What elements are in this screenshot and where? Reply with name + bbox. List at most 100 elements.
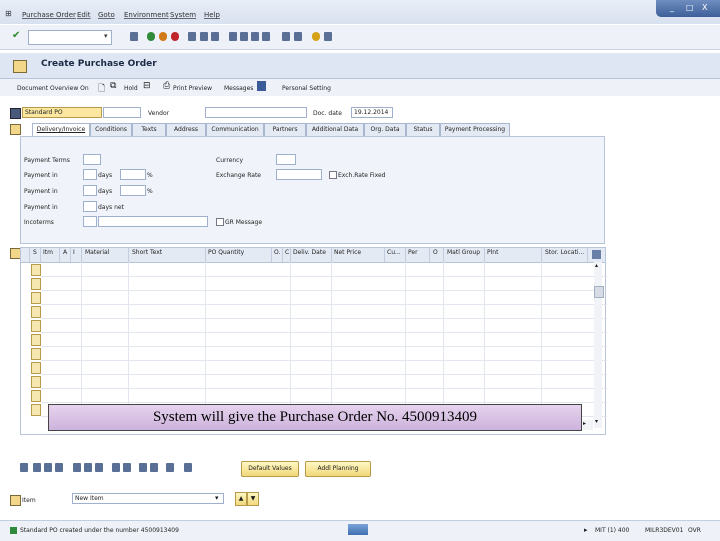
col-item-category[interactable]: I — [73, 249, 75, 256]
row-selector[interactable] — [31, 348, 41, 360]
payment-terms-field[interactable] — [83, 154, 101, 165]
tab-partners[interactable]: Partners — [264, 123, 306, 136]
col-plant[interactable]: Plnt — [487, 249, 498, 256]
col-currency[interactable]: Cu... — [387, 249, 401, 256]
status-expand-icon[interactable]: ▸ — [584, 526, 588, 534]
exit-icon[interactable] — [159, 32, 167, 41]
payment-percent-1[interactable] — [120, 169, 146, 180]
col-date-category[interactable]: C — [285, 249, 289, 256]
select-all-icon[interactable] — [33, 463, 41, 472]
row-selector[interactable] — [31, 264, 41, 276]
tab-org-data[interactable]: Org. Data — [364, 123, 406, 136]
col-status[interactable]: S — [33, 249, 37, 256]
export-icon[interactable] — [184, 463, 192, 472]
create-doc-icon[interactable]: 🗋 — [98, 81, 105, 97]
row-selector[interactable] — [31, 278, 41, 290]
menu-system[interactable]: System — [170, 11, 196, 19]
cancel-icon[interactable] — [171, 32, 179, 41]
default-values-button[interactable]: Default Values — [241, 461, 299, 477]
messages-button[interactable]: Messages — [224, 85, 253, 92]
last-page-icon[interactable] — [262, 32, 270, 41]
row-selector[interactable] — [31, 362, 41, 374]
layout-grid-icon[interactable] — [166, 463, 174, 472]
item-select[interactable]: New Item ▾ — [72, 493, 224, 504]
gr-message-checkbox[interactable] — [216, 218, 224, 226]
filter-icon[interactable] — [139, 463, 147, 472]
print-icon[interactable] — [188, 32, 196, 41]
row-selector[interactable] — [31, 320, 41, 332]
shortcut-icon[interactable] — [294, 32, 302, 41]
tab-texts[interactable]: Texts — [132, 123, 166, 136]
back-icon[interactable] — [147, 32, 155, 41]
other-po-icon[interactable]: ⧉ — [110, 81, 116, 91]
tab-status[interactable]: Status — [406, 123, 440, 136]
command-dropdown-icon[interactable]: ▾ — [104, 32, 108, 40]
column-settings-icon[interactable] — [592, 250, 601, 259]
menu-environment[interactable]: Environment — [124, 11, 169, 19]
exch-rate-fixed-checkbox[interactable] — [329, 171, 337, 179]
vendor-field[interactable] — [205, 107, 307, 118]
payment-in-days-3[interactable] — [83, 201, 97, 212]
scroll-far-right-icon[interactable]: ▸ — [583, 420, 586, 427]
tab-additional-data[interactable]: Additional Data — [306, 123, 364, 136]
incoterms-text-field[interactable] — [98, 216, 208, 227]
payment-percent-2[interactable] — [120, 185, 146, 196]
row-selector[interactable] — [31, 292, 41, 304]
row-selector[interactable] — [31, 404, 41, 416]
item-down-button[interactable]: ▼ — [247, 492, 259, 506]
col-per[interactable]: Per — [408, 249, 418, 256]
item-up-button[interactable]: ▲ — [235, 492, 247, 506]
col-net-price[interactable]: Net Price — [334, 249, 361, 256]
next-page-icon[interactable] — [251, 32, 259, 41]
scroll-down-icon[interactable]: ▾ — [595, 418, 598, 425]
tab-communication[interactable]: Communication — [206, 123, 264, 136]
new-session-icon[interactable] — [282, 32, 290, 41]
col-item[interactable]: Itm — [43, 249, 53, 256]
find-next-icon[interactable] — [211, 32, 219, 41]
col-short-text[interactable]: Short Text — [132, 249, 162, 256]
menu-edit[interactable]: Edit — [77, 11, 91, 19]
check-icon[interactable]: ⊟ — [143, 81, 151, 91]
row-selector[interactable] — [31, 390, 41, 402]
sort-desc-icon[interactable] — [123, 463, 131, 472]
menu-purchase-order[interactable]: Purchase Order — [22, 11, 76, 19]
po-number-field[interactable] — [103, 107, 141, 118]
doc-overview-button[interactable]: Document Overview On — [17, 85, 89, 92]
col-deliv-date[interactable]: Deliv. Date — [293, 249, 326, 256]
addl-planning-button[interactable]: Addl Planning — [305, 461, 371, 477]
scroll-up-icon[interactable]: ▴ — [595, 262, 598, 269]
payment-in-days-2[interactable] — [83, 185, 97, 196]
enter-icon[interactable]: ✔ — [12, 30, 20, 41]
input-mode[interactable]: OVR — [688, 527, 701, 534]
close-icon[interactable]: X — [702, 3, 707, 12]
col-order-unit[interactable]: O. — [274, 249, 280, 256]
personal-setting-button[interactable]: Personal Setting — [282, 85, 331, 92]
find-icon[interactable] — [200, 32, 208, 41]
tab-delivery-invoice[interactable]: Delivery/Invoice — [32, 123, 90, 136]
hold-button[interactable]: Hold — [124, 85, 138, 92]
doc-date-field[interactable]: 19.12.2014 — [351, 107, 393, 118]
copy-icon[interactable] — [73, 463, 81, 472]
item-toggle-icon[interactable] — [10, 495, 21, 506]
tabs-toggle-icon[interactable] — [10, 124, 21, 135]
menu-goto[interactable]: Goto — [98, 11, 115, 19]
cut-icon[interactable] — [95, 463, 103, 472]
print-preview-button[interactable]: Print Preview — [173, 85, 212, 92]
tab-address[interactable]: Address — [166, 123, 206, 136]
doc-type-select[interactable]: Standard PO — [22, 107, 102, 118]
details-icon[interactable] — [20, 463, 28, 472]
exchange-rate-field[interactable] — [276, 169, 322, 180]
row-selector[interactable] — [31, 334, 41, 346]
menu-help[interactable]: Help — [204, 11, 220, 19]
vertical-scrollbar[interactable]: ▴ ▾ — [594, 262, 604, 428]
delete-row-icon[interactable] — [55, 463, 63, 472]
print-preview-icon[interactable]: ⎙ — [163, 81, 170, 91]
total-icon[interactable] — [150, 463, 158, 472]
deselect-all-icon[interactable] — [44, 463, 52, 472]
row-selector[interactable] — [31, 376, 41, 388]
command-field[interactable] — [28, 30, 112, 45]
currency-field[interactable] — [276, 154, 296, 165]
payment-in-days-1[interactable] — [83, 169, 97, 180]
first-page-icon[interactable] — [229, 32, 237, 41]
sort-icon[interactable] — [112, 463, 120, 472]
